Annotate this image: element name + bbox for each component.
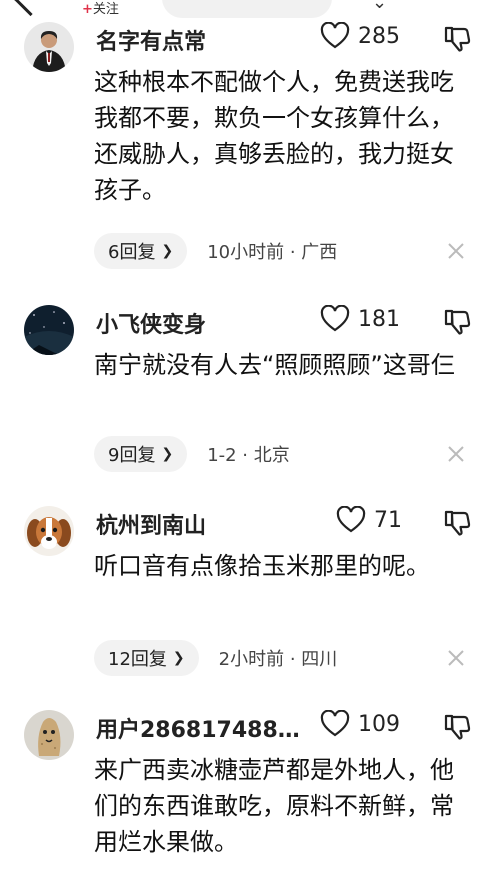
puppy-avatar: [24, 506, 74, 556]
chevron-right-icon: ❯: [161, 446, 174, 462]
back-icon[interactable]: [12, 0, 49, 17]
comment-text: 南宁就没有人去“照顾照顾”这哥仨: [94, 351, 455, 379]
comment-item: 名字有点常 285 这种根本不配做个人，免费送我吃我都不要，欺负一个女孩算什么，…: [0, 22, 500, 277]
heart-icon: [336, 506, 366, 533]
username[interactable]: 小飞侠变身: [96, 307, 206, 339]
chevron-right-icon: ❯: [161, 243, 174, 259]
comment-meta: 9回复 ❯ 1-2 · 北京: [94, 436, 484, 472]
more-icon[interactable]: ⌄: [372, 0, 387, 13]
comment-meta: 6回复 ❯ 10小时前 · 广西: [94, 233, 484, 269]
view-replies-button[interactable]: 12回复 ❯: [94, 640, 199, 676]
like-count: 109: [358, 711, 400, 737]
top-bar: +关注 ⌄: [0, 0, 500, 22]
cartoon-potato-avatar: [24, 710, 74, 760]
username[interactable]: 杭州到南山: [96, 508, 206, 540]
heart-icon: [320, 710, 350, 737]
heart-icon: [320, 305, 350, 332]
view-replies-button[interactable]: 6回复 ❯: [94, 233, 188, 269]
night-sky-avatar: [24, 305, 74, 355]
view-replies-button[interactable]: 9回复 ❯: [94, 436, 188, 472]
comment-meta: 12回复 ❯ 2小时前 · 四川: [94, 640, 484, 676]
close-icon[interactable]: [442, 644, 470, 672]
like-count: 181: [358, 306, 400, 332]
dislike-icon[interactable]: [443, 712, 471, 740]
username[interactable]: 用户286817488…: [96, 712, 300, 744]
username[interactable]: 名字有点常: [96, 24, 206, 56]
follow-button[interactable]: +关注: [82, 0, 119, 17]
close-icon[interactable]: [442, 237, 470, 265]
like-button[interactable]: 109: [320, 710, 400, 738]
comment-item: 小飞侠变身 181 南宁就没有人去“照顾照顾”这哥仨 9回复 ❯ 1-2 · 北京: [0, 305, 500, 485]
like-count: 71: [374, 507, 402, 533]
like-button[interactable]: 181: [320, 305, 400, 333]
avatar[interactable]: [24, 22, 74, 72]
dislike-icon[interactable]: [443, 307, 471, 335]
close-icon[interactable]: [442, 440, 470, 468]
chevron-right-icon: ❯: [172, 650, 185, 666]
time-location: 10小时前 · 广西: [207, 242, 338, 263]
comment-text: 这种根本不配做个人，免费送我吃我都不要，欺负一个女孩算什么，还威胁人，真够丢脸的…: [94, 68, 454, 204]
like-button[interactable]: 285: [320, 22, 400, 50]
avatar[interactable]: [24, 710, 74, 760]
person-in-suit-avatar: [24, 22, 74, 72]
dislike-icon[interactable]: [443, 508, 471, 536]
like-count: 285: [358, 23, 400, 49]
time-location: 2小时前 · 四川: [218, 649, 338, 670]
comment-item: 用户286817488… 109 来广西卖冰糖壶芦都是外地人，他们的东西谁敢吃，…: [0, 710, 500, 887]
comment-text: 来广西卖冰糖壶芦都是外地人，他们的东西谁敢吃，原料不新鲜，常用烂水果做。: [94, 756, 454, 856]
search-bar[interactable]: [162, 0, 332, 18]
avatar[interactable]: [24, 305, 74, 355]
comment-item: 杭州到南山 71 听口音有点像拾玉米那里的呢。 12回复 ❯ 2小时前 · 四川: [0, 506, 500, 686]
time-location: 1-2 · 北京: [207, 445, 290, 466]
dislike-icon[interactable]: [443, 24, 471, 52]
like-button[interactable]: 71: [336, 506, 402, 534]
comment-text: 听口音有点像拾玉米那里的呢。: [94, 552, 430, 580]
avatar[interactable]: [24, 506, 74, 556]
heart-icon: [320, 22, 350, 49]
